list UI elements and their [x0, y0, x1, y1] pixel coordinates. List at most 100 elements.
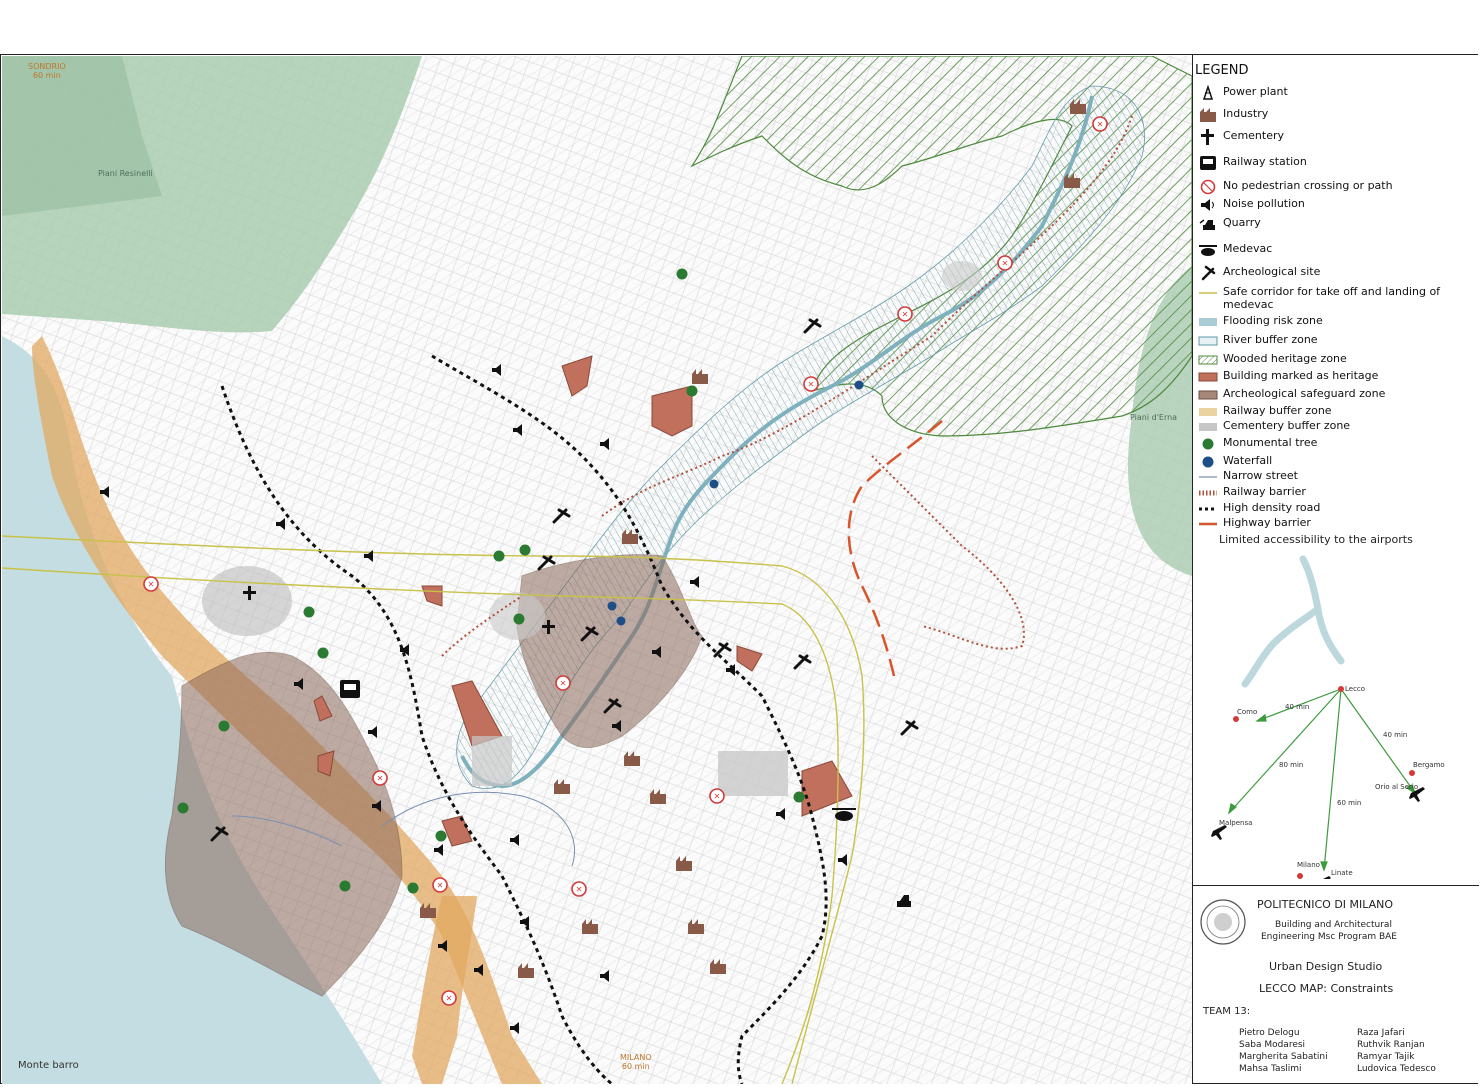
route-lecco-linate: [1323, 688, 1342, 871]
monumental-tree: [513, 613, 525, 625]
monumental-tree: [339, 880, 351, 892]
inset-label-orio: Orio al Serio: [1375, 783, 1419, 791]
team-label: TEAM 13:: [1203, 1006, 1251, 1017]
legend-item-railway-barrier: Railway barrier: [1197, 485, 1459, 501]
legend-item-river-buffer: River buffer zone: [1197, 333, 1459, 349]
legend-item-no-pedestrian: No pedestrian crossing or path: [1197, 179, 1459, 195]
title-block: POLITECNICO DI MILANO Building and Archi…: [1193, 886, 1479, 1083]
brown-fill-swatch: [1197, 387, 1219, 403]
svg-text:✕: ✕: [377, 774, 384, 783]
team-member: Margherita Sabatini: [1239, 1052, 1328, 1062]
waterfall: [709, 479, 719, 489]
svg-text:✕: ✕: [1097, 120, 1104, 129]
map-canvas: ✕ ✕ ✕ ✕ ✕ ✕ ✕ ✕ ✕ ✕ ✕: [2, 56, 1192, 1084]
legend-item-narrow-street: Narrow street: [1197, 469, 1459, 485]
monumental-tree: [177, 802, 189, 814]
inset-time-linate: 60 min: [1337, 799, 1362, 807]
monumental-tree: [676, 268, 688, 280]
legend-item-quarry: Quarry: [1197, 216, 1459, 232]
black-dashed-line-swatch: [1197, 501, 1219, 517]
cemetery-buffer-zone[interactable]: [202, 566, 292, 636]
monumental-tree: [218, 720, 230, 732]
yellow-line-swatch: [1197, 285, 1219, 301]
inset-label-como: Como: [1237, 708, 1258, 716]
light-blue-fill-swatch: [1197, 314, 1219, 330]
legend-item-industry: Industry: [1197, 107, 1459, 123]
team-member: Ruthvik Ranjan: [1357, 1040, 1425, 1050]
airplane-icon-malpensa: [1211, 825, 1227, 840]
airport-accessibility-heading: Limited accessibility to the airports: [1219, 533, 1413, 546]
inset-time-malpensa: 80 min: [1279, 761, 1304, 769]
legend-item-safe-corridor: Safe corridor for take off and landing o…: [1197, 285, 1459, 313]
place-label-monte-barro: Monte barro: [18, 1060, 79, 1071]
noise-speaker-icon: [1197, 197, 1219, 213]
monumental-tree: [317, 647, 329, 659]
place-label-milano: MILANO 60 min: [620, 1053, 652, 1071]
monumental-tree: [793, 791, 805, 803]
svg-text:✕: ✕: [148, 580, 155, 589]
legend-item-archeological-site: Archeological site: [1197, 265, 1459, 281]
route-lecco-bergamo: [1340, 688, 1416, 794]
team-member: Mahsa Taslimi: [1239, 1064, 1302, 1074]
railway-station-icon: [1197, 155, 1219, 171]
inset-label-malpensa: Malpensa: [1219, 819, 1253, 827]
airport-inset-diagram: [1211, 555, 1425, 879]
airplane-icon-linate: [1323, 876, 1331, 879]
legend-title: LEGEND: [1195, 63, 1249, 78]
blue-outline-fill-swatch: [1197, 333, 1219, 349]
cemetery-cross-icon: [1197, 129, 1219, 145]
power-plant-icon: [1197, 85, 1219, 101]
legend-item-railway-buffer: Railway buffer zone: [1197, 404, 1459, 420]
legend-item-noise: Noise pollution: [1197, 197, 1459, 213]
svg-text:✕: ✕: [560, 679, 567, 688]
monumental-tree: [493, 550, 505, 562]
legend-item-archeological-safeguard: Archeological safeguard zone: [1197, 387, 1459, 403]
team-member: Saba Modaresi: [1239, 1040, 1306, 1050]
place-label-piani-resinelli: Piani Resinelli: [98, 169, 153, 178]
svg-text:✕: ✕: [714, 792, 721, 801]
pickaxe-icon: [1197, 265, 1219, 281]
legend-item-monumental-tree: Monumental tree: [1197, 436, 1459, 452]
city-dot-bergamo: [1409, 770, 1415, 776]
svg-text:✕: ✕: [1002, 259, 1009, 268]
map-title: LECCO MAP: Constraints: [1259, 982, 1394, 995]
svg-text:✕: ✕: [437, 881, 444, 890]
svg-text:✕: ✕: [808, 380, 815, 389]
program-line-2: Engineering Msc Program BAE: [1261, 932, 1397, 942]
inset-time-como: 40 min: [1285, 703, 1310, 711]
legend-item-waterfall: Waterfall: [1197, 454, 1459, 470]
legend-item-wooded-heritage: Wooded heritage zone: [1197, 352, 1459, 368]
team-member: Raza Jafari: [1357, 1028, 1405, 1038]
grey-fill-swatch: [1197, 419, 1219, 435]
legend-item-flooding-risk: Flooding risk zone: [1197, 314, 1459, 330]
legend-item-power-plant: Power plant: [1197, 85, 1459, 101]
place-label-sondrio: SONDRIO 60 min: [28, 62, 66, 80]
map-sheet: ✕ ✕ ✕ ✕ ✕ ✕ ✕ ✕ ✕ ✕ ✕ SONDRIO 60 min Pia…: [0, 54, 1479, 1084]
monumental-tree: [407, 882, 419, 894]
red-dotted-line-swatch: [1197, 485, 1219, 501]
side-panel: LEGEND Power plant Industry Cementery Ra…: [1192, 55, 1479, 1083]
city-dot-milano: [1297, 873, 1303, 879]
waterfall: [616, 616, 626, 626]
monumental-tree: [303, 606, 315, 618]
lecco-constraints-map[interactable]: ✕ ✕ ✕ ✕ ✕ ✕ ✕ ✕ ✕ ✕ ✕ SONDRIO 60 min Pia…: [2, 56, 1192, 1084]
legend-item-cemetery: Cementery: [1197, 129, 1459, 145]
tan-fill-swatch: [1197, 404, 1219, 420]
inset-time-bergamo: 40 min: [1383, 731, 1408, 739]
svg-text:✕: ✕: [902, 310, 909, 319]
program-line-1: Building and Architectural: [1275, 920, 1392, 930]
helicopter-icon: [1197, 242, 1219, 258]
legend: LEGEND Power plant Industry Cementery Ra…: [1193, 59, 1477, 885]
inset-label-lecco: Lecco: [1345, 685, 1366, 693]
railway-station-marker: [340, 680, 360, 698]
legend-item-high-density-road: High density road: [1197, 501, 1459, 517]
thin-blue-line-swatch: [1197, 469, 1219, 485]
city-dot-lecco: [1338, 686, 1344, 692]
waterfall: [607, 601, 617, 611]
orange-line-swatch: [1197, 516, 1219, 532]
quarry-excavator-icon: [1197, 216, 1219, 232]
polimi-seal-logo: [1200, 899, 1246, 945]
team-member: Ludovica Tedesco: [1357, 1064, 1436, 1074]
inset-label-milano: Milano: [1297, 861, 1320, 869]
svg-text:✕: ✕: [446, 994, 453, 1003]
